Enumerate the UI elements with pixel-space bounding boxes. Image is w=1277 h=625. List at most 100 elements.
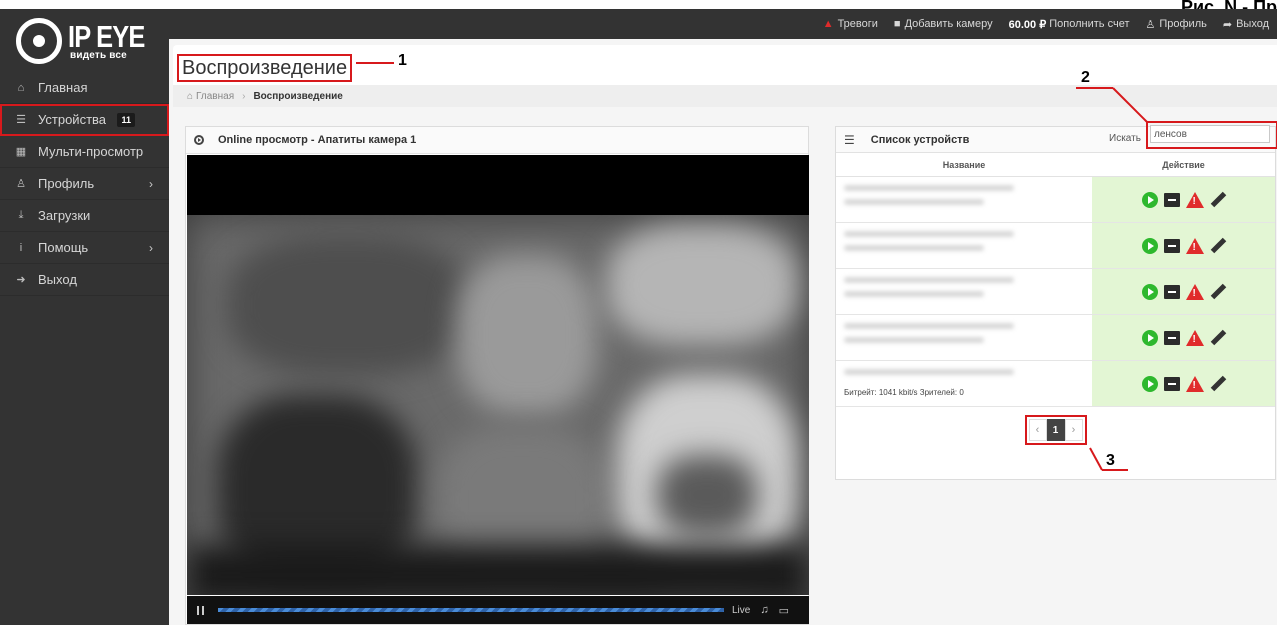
device-actions-cell: [1092, 223, 1275, 268]
sidebar-item-label: Выход: [38, 272, 77, 287]
prev-page-button[interactable]: ‹: [1028, 419, 1047, 441]
top-up-link[interactable]: 60.00 ₽ Пополнить счет: [1001, 9, 1138, 39]
edit-pencil-button[interactable]: [1210, 376, 1226, 392]
logout-link[interactable]: ➦ Выход: [1215, 9, 1277, 39]
sidebar-item-label: Профиль: [38, 176, 95, 191]
sidebar-item-downloads[interactable]: ⤓ Загрузки: [0, 200, 169, 232]
device-name-cell[interactable]: Битрейт: 1041 kbit/s Зрителей: 0: [836, 361, 1092, 406]
sidebar-item-multiview[interactable]: ▦ Мульти-просмотр: [0, 136, 169, 168]
current-page-button[interactable]: 1: [1046, 419, 1065, 441]
chevron-right-icon: ›: [149, 240, 153, 255]
column-action-header: Действие: [1162, 160, 1205, 170]
chevron-right-icon: ›: [242, 90, 246, 102]
pause-button[interactable]: [197, 605, 204, 615]
device-name-cell[interactable]: [836, 269, 1092, 314]
main-content: Воспроизведение ⌂ Главная › Воспроизведе…: [169, 39, 1277, 625]
archive-button[interactable]: [1163, 238, 1180, 253]
edit-pencil-button[interactable]: [1210, 284, 1226, 300]
balance-value: 60.00 ₽: [1008, 18, 1047, 31]
sidebar: IP EYE видеть все ⌂ Главная ☰ Устройства…: [0, 9, 169, 625]
home-icon: ⌂: [17, 81, 25, 94]
sidebar-item-devices[interactable]: ☰ Устройства › 11: [0, 104, 169, 136]
devices-count-badge: 11: [117, 113, 135, 127]
sidebar-item-logout[interactable]: ➜ Выход: [0, 264, 169, 296]
archive-button[interactable]: [1163, 330, 1180, 345]
page-header: Воспроизведение: [173, 45, 1277, 85]
video-controls: Live ♫ ▭: [187, 596, 809, 624]
logo-brand: IP EYE: [68, 18, 145, 54]
play-circle-icon: [194, 135, 204, 145]
sidebar-item-label: Загрузки: [38, 208, 91, 223]
alarm-button[interactable]: [1185, 191, 1204, 208]
sidebar-item-profile[interactable]: ♙ Профиль ›: [0, 168, 169, 200]
logo[interactable]: IP EYE видеть все: [0, 9, 169, 72]
table-row: [836, 223, 1275, 269]
breadcrumb-current: Воспроизведение: [253, 90, 343, 102]
sidebar-item-home[interactable]: ⌂ Главная: [0, 72, 169, 104]
breadcrumb-home[interactable]: Главная: [196, 91, 234, 102]
video-title: Online просмотр - Апатиты камера 1: [218, 134, 417, 146]
play-button[interactable]: [1141, 237, 1158, 254]
play-button[interactable]: [1141, 191, 1158, 208]
sidebar-item-help[interactable]: i Помощь ›: [0, 232, 169, 264]
table-row: [836, 177, 1275, 223]
sidebar-item-label: Мульти-просмотр: [38, 144, 144, 159]
device-list-panel: ☰ Список устройств Искать Название Дейст…: [835, 126, 1276, 480]
table-row: [836, 315, 1275, 361]
fullscreen-icon[interactable]: ▭: [779, 604, 789, 617]
sidebar-item-label: Помощь: [38, 240, 89, 255]
progress-bar[interactable]: [218, 608, 724, 612]
archive-button[interactable]: [1163, 192, 1180, 207]
edit-pencil-button[interactable]: [1210, 330, 1226, 346]
camera-icon: ■: [893, 18, 901, 30]
device-name-cell[interactable]: [836, 177, 1092, 222]
search-input[interactable]: [1150, 125, 1270, 143]
search-label: Искать: [1109, 133, 1141, 144]
home-icon: ⌂: [187, 90, 194, 102]
share-arrow-icon: ➦: [1222, 18, 1233, 31]
next-page-button[interactable]: ›: [1064, 419, 1083, 441]
alarms-link[interactable]: ▲ Тревоги: [815, 9, 886, 39]
device-actions-cell: [1092, 177, 1275, 222]
play-button[interactable]: [1141, 283, 1158, 300]
video-player[interactable]: [187, 155, 809, 595]
device-name-cell[interactable]: [836, 223, 1092, 268]
screen: Рис. N - Пр IP EYE видеть все ⌂ Главная …: [0, 0, 1277, 625]
eye-logo-icon: [16, 17, 62, 64]
alarm-button[interactable]: [1185, 237, 1204, 254]
sidebar-item-label: Главная: [38, 80, 88, 95]
volume-icon[interactable]: ♫: [760, 604, 768, 616]
alarm-button[interactable]: [1185, 283, 1204, 300]
add-camera-label: Добавить камеру: [904, 18, 993, 30]
device-actions-cell: [1092, 361, 1275, 406]
alarm-button[interactable]: [1185, 375, 1204, 392]
device-table-header: Название Действие: [836, 153, 1275, 177]
archive-button[interactable]: [1163, 376, 1180, 391]
table-row: [836, 269, 1275, 315]
page-title: Воспроизведение: [177, 54, 353, 82]
profile-link[interactable]: ♙ Профиль: [1137, 9, 1214, 39]
play-button[interactable]: [1141, 329, 1158, 346]
archive-button[interactable]: [1163, 284, 1180, 299]
device-list-title: Список устройств: [870, 133, 970, 146]
device-name-cell[interactable]: [836, 315, 1092, 360]
edit-pencil-button[interactable]: [1210, 192, 1226, 208]
list-icon: ☰: [844, 132, 855, 147]
play-button[interactable]: [1141, 375, 1158, 392]
video-panel-header: Online просмотр - Апатиты камера 1: [186, 127, 808, 154]
pagination-row: ‹ 1 ›: [836, 407, 1275, 453]
alarm-button[interactable]: [1185, 329, 1204, 346]
logout-label: Выход: [1236, 18, 1269, 30]
top-bar: ▲ Тревоги ■ Добавить камеру 60.00 ₽ Попо…: [169, 9, 1277, 39]
callout-number-2: 2: [1081, 69, 1090, 86]
user-icon: ♙: [1145, 18, 1156, 31]
sidebar-item-label: Устройства: [38, 112, 107, 127]
warning-icon: ▲: [822, 18, 834, 30]
video-frame: [187, 215, 809, 595]
download-icon: ⤓: [18, 209, 24, 221]
add-camera-link[interactable]: ■ Добавить камеру: [886, 9, 1001, 39]
edit-pencil-button[interactable]: [1210, 238, 1226, 254]
column-name-header: Название: [942, 160, 986, 170]
device-stream-info: Битрейт: 1041 kbit/s Зрителей: 0: [844, 388, 964, 397]
logout-icon: ➜: [16, 274, 26, 286]
